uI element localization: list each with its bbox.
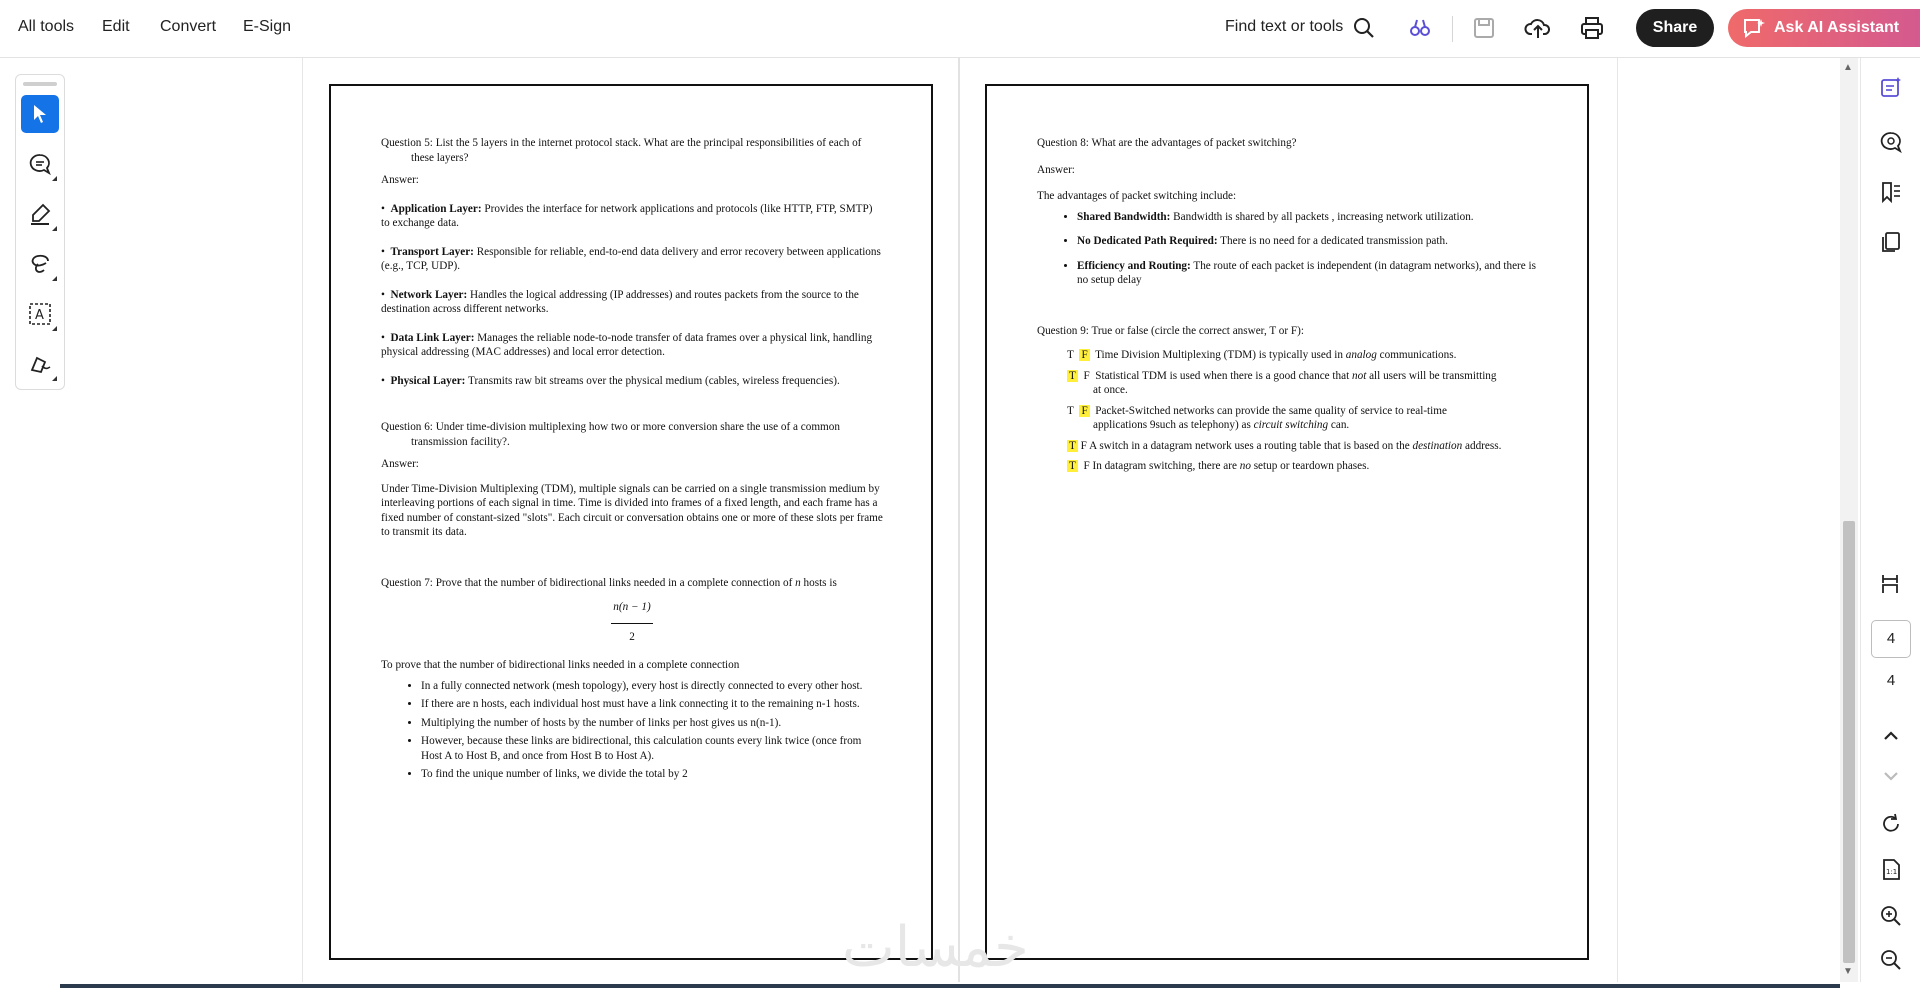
scrollbar-thumb[interactable] [1843,521,1855,963]
answer-label: Answer: [381,174,419,186]
list-item: However, because these links are bidirec… [421,734,883,763]
question-7: Question 7: Prove that the number of bid… [381,576,837,589]
page-total-count: 4 [1886,672,1896,689]
upload-cloud-icon[interactable] [1524,14,1552,42]
document-page-4: Question 8: What are the advantages of p… [985,84,1589,960]
list-item: No Dedicated Path Required: There is no … [1077,234,1539,249]
fit-page-icon[interactable]: 1:1 [1879,858,1903,882]
top-toolbar: All tools Edit Convert E-Sign Find text … [0,0,1920,58]
fraction-denominator: 2 [629,630,635,643]
advantages-list: Shared Bandwidth: Bandwidth is shared by… [1037,210,1539,288]
question-6: Question 6: Under time-division multiple… [381,421,840,448]
menu-all-tools[interactable]: All tools [18,18,74,36]
select-cursor-icon [34,105,46,123]
proof-intro: To prove that the number of bidirectiona… [381,659,740,671]
ask-ai-label: Ask AI Assistant [1774,19,1900,36]
list-item: Efficiency and Routing: The route of eac… [1077,259,1539,288]
search-icon[interactable] [1350,14,1378,42]
text-recognition-tool-button[interactable]: A [21,295,59,333]
fraction-formula: n(n − 1) 2 [381,600,883,644]
compare-icon[interactable] [1406,14,1434,42]
svg-text:1:1: 1:1 [1886,868,1897,876]
comments-icon[interactable] [1879,130,1903,154]
bookmarks-icon[interactable] [1879,180,1903,204]
scroll-up-arrow-icon[interactable]: ▲ [1843,62,1853,73]
list-item: Shared Bandwidth: Bandwidth is shared by… [1077,210,1539,225]
draw-lasso-icon [31,254,49,273]
ask-ai-assistant-button[interactable]: Ask AI Assistant [1728,9,1920,47]
tf-item-5: T F In datagram switching, there are no … [1067,460,1370,472]
true-false-list: T F Time Division Multiplexing (TDM) is … [1037,348,1539,474]
highlight-tool-button[interactable] [21,195,59,233]
layer-application: • Application Layer: Provides the interf… [381,202,873,230]
ai-assistant-icon [1744,19,1765,39]
print-icon[interactable] [1578,14,1606,42]
svg-text:A: A [35,308,44,323]
page-content: Question 8: What are the advantages of p… [1037,136,1539,480]
scroll-down-icon[interactable] [1879,764,1903,788]
menu-convert[interactable]: Convert [160,18,216,36]
highlight-pen-icon [31,203,51,225]
page-number-input[interactable]: 4 [1871,620,1911,658]
tf-item-3: T F Packet-Switched networks can provide… [1067,404,1447,431]
tdm-answer: Under Time-Division Multiplexing (TDM), … [381,482,883,539]
question-9: Question 9: True or false (circle the co… [1037,324,1304,337]
menu-esign[interactable]: E-Sign [243,18,291,36]
menu-edit[interactable]: Edit [102,18,130,36]
list-item: Multiplying the number of hosts by the n… [421,716,883,731]
quick-tools-panel: A [15,74,65,390]
toolbar-separator [1452,16,1453,42]
save-icon[interactable] [1470,14,1498,42]
zoom-out-icon[interactable] [1879,948,1903,972]
advantages-intro: The advantages of packet switching inclu… [1037,190,1237,202]
select-tool-button[interactable] [21,95,59,133]
sign-icon [30,356,51,374]
question-8: Question 8: What are the advantages of p… [1037,137,1297,149]
tf-item-2: T F Statistical TDM is used when there i… [1067,369,1497,396]
fraction-numerator: n(n − 1) [611,600,653,624]
tf-item-1: T F Time Division Multiplexing (TDM) is … [1067,349,1457,361]
panel-drag-handle[interactable] [23,82,57,86]
comment-tool-button[interactable] [21,145,59,183]
zoom-in-icon[interactable] [1879,904,1903,928]
scroll-up-icon[interactable] [1879,724,1903,748]
bottom-edge [0,982,1920,988]
right-side-panel: 4 4 1:1 [1860,58,1920,982]
page-gutter [958,58,960,982]
watermark-logo: خمسات [842,915,1029,980]
question-5: Question 5: List the 5 layers in the int… [381,137,862,164]
answer-6-label: Answer: [381,458,419,470]
text-recognition-icon: A [29,303,51,325]
share-button[interactable]: Share [1636,9,1714,47]
layer-transport: • Transport Layer: Responsible for relia… [381,245,881,273]
page-content: Question 5: List the 5 layers in the int… [381,136,883,786]
layer-network: • Network Layer: Handles the logical add… [381,288,859,316]
document-page-3: Question 5: List the 5 layers in the int… [329,84,933,960]
tf-item-4: T F A switch in a datagram network uses … [1067,439,1502,452]
comment-icon [29,154,51,176]
pages-icon[interactable] [1879,230,1903,254]
draw-tool-button[interactable] [21,245,59,283]
scroll-down-arrow-icon[interactable]: ▼ [1843,966,1853,977]
answer-label: Answer: [1037,163,1075,176]
reading-mode-icon[interactable] [1879,572,1903,596]
sign-tool-button[interactable] [21,345,59,383]
ai-summary-icon[interactable] [1879,76,1903,100]
layer-physical: • Physical Layer: Transmits raw bit stre… [381,374,840,387]
list-item: In a fully connected network (mesh topol… [421,679,883,694]
list-item: If there are n hosts, each individual ho… [421,697,883,712]
find-text-tools-button[interactable]: Find text or tools [1225,18,1343,36]
rotate-icon[interactable] [1879,812,1903,836]
taskbar-edge [60,984,1840,988]
proof-list: In a fully connected network (mesh topol… [381,679,883,782]
layer-data-link: • Data Link Layer: Manages the reliable … [381,331,873,359]
list-item: To find the unique number of links, we d… [421,767,883,782]
